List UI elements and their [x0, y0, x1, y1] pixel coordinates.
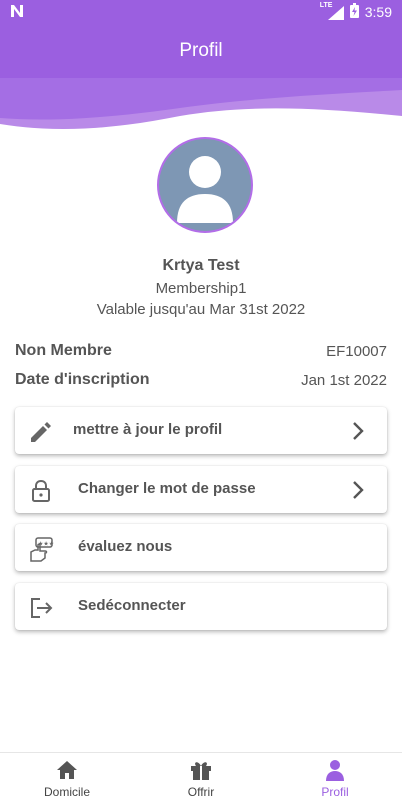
- chevron-right-icon: [353, 422, 364, 440]
- pencil-icon: [31, 422, 51, 442]
- status-time: 3:59: [364, 4, 392, 20]
- rate-us-button[interactable]: ★★★ évaluez nous: [15, 524, 387, 571]
- logout-label: Sedéconnecter: [78, 597, 186, 614]
- tab-home[interactable]: Domicile: [0, 753, 134, 801]
- page-title: Profil: [179, 40, 223, 61]
- logout-button[interactable]: Sedéconnecter: [15, 583, 387, 630]
- signal-icon: [327, 6, 344, 20]
- update-profile-label: mettre à jour le profil: [73, 421, 223, 438]
- tab-profile-label: Profil: [321, 785, 349, 799]
- lock-icon: [32, 479, 50, 502]
- person-icon: [326, 760, 344, 781]
- registration-date-label: Date d'inscription: [15, 371, 150, 388]
- member-number-label: Non Membre: [15, 342, 112, 359]
- chevron-right-icon: [353, 481, 364, 499]
- registration-date-value: Jan 1st 2022: [301, 372, 387, 389]
- bottom-navigation: Domicile Offrir Profil: [0, 752, 402, 801]
- tab-offers-label: Offrir: [187, 785, 215, 799]
- change-password-button[interactable]: Changer le mot de passe: [15, 466, 387, 513]
- membership-type: Membership1: [155, 280, 247, 297]
- avatar[interactable]: [157, 137, 253, 233]
- registration-date-row: Date d'inscription Jan 1st 2022: [15, 371, 387, 393]
- tab-home-label: Domicile: [43, 785, 90, 799]
- person-avatar-icon: [177, 156, 233, 223]
- update-profile-button[interactable]: mettre à jour le profil: [15, 407, 387, 454]
- notification-icon: [10, 4, 24, 23]
- status-bar: LTE 3:59: [0, 0, 402, 24]
- network-indicator: LTE: [320, 2, 344, 20]
- change-password-label: Changer le mot de passe: [78, 480, 256, 497]
- gift-icon: [191, 762, 211, 780]
- membership-validity: Valable jusqu'au Mar 31st 2022: [96, 301, 306, 318]
- member-number-row: Non Membre EF10007: [15, 342, 387, 364]
- member-number-value: EF10007: [326, 343, 387, 360]
- tab-profile[interactable]: Profil: [268, 753, 402, 801]
- rate-us-label: évaluez nous: [78, 538, 173, 555]
- tab-offers[interactable]: Offrir: [134, 753, 268, 801]
- profile-name: Krtya Test: [162, 257, 240, 274]
- logout-icon: [31, 598, 53, 618]
- battery-icon: [349, 3, 359, 21]
- rate-us-icon: ★★★: [30, 537, 54, 562]
- header: Profil: [0, 24, 402, 132]
- home-icon: [57, 761, 77, 779]
